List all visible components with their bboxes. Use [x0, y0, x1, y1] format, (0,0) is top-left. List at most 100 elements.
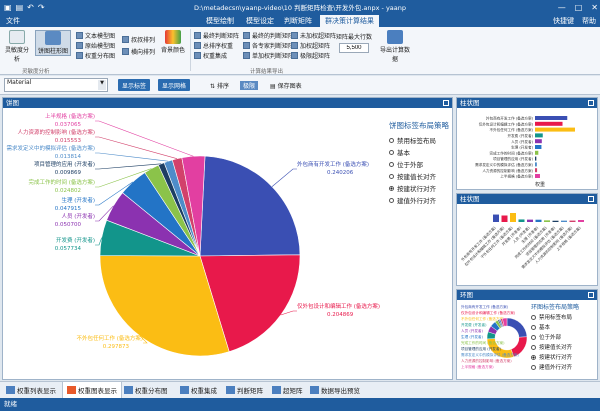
- hbar[interactable]: [535, 127, 575, 132]
- vbar[interactable]: [501, 215, 508, 222]
- hbar-label: 项目管理的应用 (开发者): [493, 156, 533, 161]
- ring-legend-option[interactable]: 按建状行对齐: [531, 353, 579, 361]
- tab-group-result[interactable]: 群决策计算结果: [320, 15, 379, 27]
- text-model-button[interactable]: 文本模型图: [76, 31, 115, 40]
- export-icon: [387, 30, 403, 44]
- horizontal-arrange-button[interactable]: 横向排列: [122, 47, 155, 56]
- pie-leader-line: [95, 136, 178, 159]
- hbar-label: 生理 (开发者): [511, 145, 534, 150]
- close-icon[interactable]: ✕: [591, 3, 598, 12]
- single-weight-button[interactable]: 单加权判断矩阵: [243, 51, 294, 60]
- vbar[interactable]: [518, 219, 525, 222]
- vbar[interactable]: [561, 220, 567, 222]
- vbar[interactable]: [510, 213, 516, 222]
- tab-export-preview[interactable]: 数据导出预览: [310, 385, 360, 395]
- maximize-icon[interactable]: [588, 292, 594, 298]
- unweighted-supermatrix-button[interactable]: 未加权超矩阵: [291, 31, 336, 40]
- ring-legend-option[interactable]: 建值外行对齐: [531, 363, 579, 371]
- export-data-button[interactable]: 导出计算数据: [380, 30, 410, 63]
- tab-weight-chart[interactable]: 权重图表显示: [62, 382, 122, 399]
- weighted-supermatrix-button[interactable]: 加权超矩阵: [291, 41, 330, 50]
- vbar[interactable]: [527, 219, 533, 222]
- pie-legend-option[interactable]: 按建状行对齐: [389, 183, 449, 193]
- minimize-icon[interactable]: —: [558, 3, 566, 12]
- hbar-label: 外包商有开发工作 (备选方案): [486, 116, 534, 121]
- orig-model-button[interactable]: 原始模型图: [76, 41, 115, 50]
- total-weight-button[interactable]: 总排序权重: [194, 41, 233, 50]
- hbar[interactable]: [535, 150, 539, 155]
- ring-segment[interactable]: [506, 317, 528, 338]
- hbar[interactable]: [535, 121, 563, 126]
- ring-legend-option[interactable]: 按建值长对齐: [531, 343, 579, 351]
- ring-legend-option-label: 禁用标签布局: [539, 315, 573, 321]
- help-button[interactable]: 帮助: [582, 16, 596, 26]
- pie-legend-option[interactable]: 禁用标签布局: [389, 135, 449, 145]
- ring-legend-option[interactable]: 位于外部: [531, 333, 579, 341]
- radio-icon: [531, 344, 536, 350]
- show-labels-button[interactable]: 显示标签: [118, 79, 151, 91]
- theme-select[interactable]: Material ▼: [4, 78, 108, 92]
- hbar[interactable]: [535, 168, 538, 173]
- tab-weight-integrate[interactable]: 权重集成: [180, 385, 217, 395]
- maximize-icon[interactable]: [443, 100, 449, 106]
- tab-model-set[interactable]: 模型设定: [246, 16, 274, 26]
- vbar[interactable]: [544, 220, 550, 222]
- limit-supermatrix-button[interactable]: 极限超矩阵: [291, 51, 330, 60]
- weight-integrate-button[interactable]: 权重集成: [194, 51, 227, 60]
- hbar[interactable]: [535, 133, 543, 138]
- hbar[interactable]: [535, 174, 540, 178]
- pie-legend-option-label: 禁用标签布局: [397, 137, 436, 145]
- weight-dist-button[interactable]: 权重分布图: [76, 51, 115, 60]
- radio-icon: [531, 324, 536, 330]
- maximize-icon[interactable]: [588, 100, 594, 106]
- status-bar: 就绪: [0, 398, 600, 411]
- tab-weight-list[interactable]: 权重列表显示: [6, 385, 56, 395]
- pie-legend-option[interactable]: 按建值长对齐: [389, 171, 449, 181]
- pie-chart-icon: [45, 31, 61, 45]
- vbar[interactable]: [552, 220, 559, 222]
- vbar[interactable]: [578, 220, 584, 222]
- hbar[interactable]: [535, 156, 537, 161]
- pie-legend-option[interactable]: 基本: [389, 147, 449, 157]
- maximize-icon[interactable]: [588, 196, 594, 202]
- radio-icon: [531, 314, 536, 320]
- pie-slice-value: 0.050700: [55, 222, 82, 228]
- pie-slice-label: 仅外包设计和编辑工作 (备选方案): [297, 302, 380, 310]
- maximize-icon[interactable]: □: [575, 3, 583, 12]
- final-judge-button[interactable]: 最终的判断矩阵: [243, 31, 294, 40]
- vbar[interactable]: [493, 214, 499, 222]
- vbar[interactable]: [569, 220, 576, 222]
- hbar[interactable]: [535, 116, 568, 120]
- matrix-icon: [272, 386, 281, 394]
- radio-icon: [389, 185, 394, 191]
- tab-judgment-matrix[interactable]: 判断矩阵: [284, 16, 312, 26]
- sensitivity-button[interactable]: 灵敏度分析: [3, 30, 31, 63]
- max-rows-input[interactable]: [339, 43, 369, 53]
- ring-legend-option[interactable]: 禁用标签布局: [531, 313, 579, 321]
- tab-judge-matrix[interactable]: 判断矩阵: [226, 385, 263, 395]
- sort-button[interactable]: ⇅ 排序: [210, 81, 229, 90]
- vertical-arrange-button[interactable]: 叔叔排列: [122, 35, 155, 44]
- final-matrix-button[interactable]: 最终判断矩阵: [194, 31, 239, 40]
- hbar[interactable]: [535, 145, 542, 149]
- hbar[interactable]: [535, 162, 537, 167]
- expert-matrix-button[interactable]: 各专家判断矩阵: [243, 41, 294, 50]
- vbar[interactable]: [535, 219, 542, 222]
- tab-model-draw[interactable]: 模型绘制: [206, 16, 234, 26]
- bg-color-button[interactable]: 背景颜色: [160, 30, 186, 54]
- hbar[interactable]: [535, 139, 542, 144]
- pie-bar-button[interactable]: 饼图柱形图: [35, 30, 71, 56]
- ring-legend: 环图标签布局策略 禁用标签布局 基本 位于外部 按建值长对齐 按建状行对齐 建值外行对齐: [531, 302, 579, 373]
- save-chart-button[interactable]: ▤ 保存图表: [270, 81, 302, 90]
- menu-file[interactable]: 文件: [6, 16, 20, 26]
- pie-slice[interactable]: [199, 155, 301, 257]
- tab-supermatrix[interactable]: 超矩阵: [272, 385, 303, 395]
- ring-legend-option[interactable]: 基本: [531, 323, 579, 331]
- tab-weight-dist[interactable]: 权重分布图: [124, 385, 168, 395]
- show-grid-button[interactable]: 显示网格: [158, 79, 191, 91]
- limit-button[interactable]: 极限: [240, 81, 259, 90]
- separator: [190, 29, 191, 71]
- pie-legend-option[interactable]: 位于外部: [389, 159, 449, 169]
- shortcut-button[interactable]: 快捷键: [553, 16, 574, 26]
- pie-legend-option[interactable]: 建值外行对齐: [389, 195, 449, 205]
